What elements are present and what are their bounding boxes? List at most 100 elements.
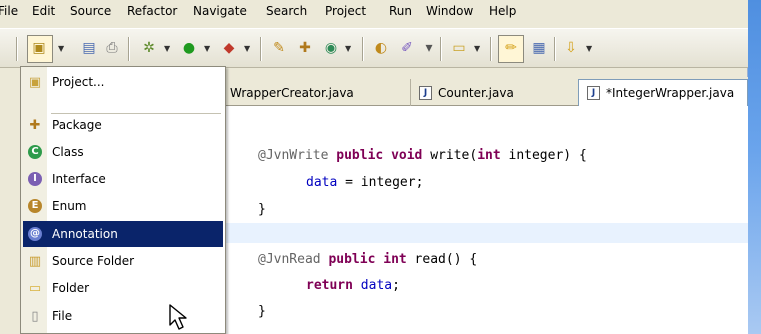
code-token: ; xyxy=(392,278,400,293)
field-token: data xyxy=(360,278,393,293)
menu-item-package[interactable]: ✚ Package xyxy=(23,112,223,138)
menu-item-class[interactable]: C Class xyxy=(23,139,223,165)
search-dropdown-icon[interactable]: ▾ xyxy=(420,39,438,57)
open-task-dropdown-icon[interactable]: ▼ xyxy=(474,44,480,53)
menu-bar: File Edit Source Refactor Navigate Searc… xyxy=(0,0,748,28)
code-line: return data; xyxy=(306,278,400,293)
menu-item-label: Project... xyxy=(52,75,105,89)
code-line: } xyxy=(258,304,266,319)
open-task-icon[interactable]: ▭ xyxy=(450,39,468,57)
mouse-pointer-icon xyxy=(169,304,187,330)
menu-source[interactable]: Source xyxy=(70,4,111,18)
menu-item-label: Enum xyxy=(52,199,87,213)
class-icon: C xyxy=(26,143,44,161)
code-line: @JvnRead public int read() { xyxy=(258,252,477,267)
java-file-icon: J xyxy=(587,86,600,100)
annotation-icon: @ xyxy=(28,227,42,241)
tab-label: *IntegerWrapper.java xyxy=(606,86,735,100)
new-java-package-icon[interactable]: ✚ xyxy=(296,39,314,57)
menu-item-label: Interface xyxy=(52,172,106,186)
run-icon[interactable]: ● xyxy=(180,39,198,57)
menu-item-enum[interactable]: E Enum xyxy=(23,193,223,219)
menu-item-source-folder[interactable]: ▥ Source Folder xyxy=(23,248,223,274)
menu-search[interactable]: Search xyxy=(266,4,307,18)
code-line: data = integer; xyxy=(306,175,423,190)
menu-item-label: Class xyxy=(52,145,84,159)
tab-wrappercreator[interactable]: WrapperCreator.java xyxy=(222,79,410,106)
show-whitespace-icon[interactable]: ▦ xyxy=(530,39,548,57)
annotation-token: @JvnWrite xyxy=(258,148,329,163)
keyword-token: return xyxy=(306,278,353,293)
new-java-class-dropdown-icon[interactable]: ▼ xyxy=(345,44,351,53)
code-token: write( xyxy=(422,148,478,163)
new-java-project-icon[interactable]: ✎ xyxy=(270,39,288,57)
keyword-token: public xyxy=(336,148,384,163)
menu-item-label: Annotation xyxy=(52,227,118,241)
menu-navigate[interactable]: Navigate xyxy=(193,4,247,18)
search-icon[interactable]: ✐ xyxy=(398,39,416,57)
code-token: read() { xyxy=(406,252,478,267)
annotation-token: @JvnRead xyxy=(258,252,321,267)
debug-dropdown-icon[interactable]: ▼ xyxy=(164,44,170,53)
print-icon[interactable]: ⎙ xyxy=(103,39,121,57)
tab-integerwrapper[interactable]: J *IntegerWrapper.java xyxy=(578,79,748,106)
menu-item-annotation[interactable]: @ Annotation xyxy=(23,221,223,247)
menu-item-label: Source Folder xyxy=(52,254,135,268)
menu-item-folder[interactable]: ▭ Folder xyxy=(23,275,223,301)
next-annotation-icon[interactable]: ⇩ xyxy=(562,39,580,57)
file-icon: ▯ xyxy=(31,308,39,324)
next-annotation-dropdown-icon[interactable]: ▼ xyxy=(586,44,592,53)
tab-counter[interactable]: J Counter.java xyxy=(410,79,578,106)
field-token: data xyxy=(306,175,338,190)
keyword-token: void xyxy=(391,148,423,163)
keyword-token: public xyxy=(328,252,376,267)
code-line: @JvnWrite public void write(int integer)… xyxy=(258,148,587,163)
toolbar-separator xyxy=(16,37,18,61)
debug-icon[interactable]: ✲ xyxy=(140,39,158,57)
java-file-icon: J xyxy=(419,85,432,100)
tab-label: WrapperCreator.java xyxy=(230,85,354,100)
new-wizard-dropdown-icon[interactable]: ▼ xyxy=(58,44,64,53)
menu-item-label: Package xyxy=(52,118,102,132)
toolbar-separator xyxy=(554,37,556,61)
toolbar-separator xyxy=(440,37,442,61)
menu-project[interactable]: Project xyxy=(325,4,366,18)
menu-item-interface[interactable]: I Interface xyxy=(23,166,223,192)
current-line-highlight xyxy=(222,223,748,243)
menu-help[interactable]: Help xyxy=(489,4,516,18)
code-line: } xyxy=(258,202,266,217)
menu-item-project[interactable]: ▣ Project... xyxy=(23,69,223,95)
menu-file[interactable]: File xyxy=(0,4,18,18)
menu-window[interactable]: Window xyxy=(426,4,473,18)
new-dropdown-menu: ▣ Project... ✚ Package C Class I Interfa… xyxy=(20,66,226,334)
new-java-class-icon[interactable]: ◉ xyxy=(322,39,340,57)
code-token: integer) { xyxy=(500,148,587,163)
toolbar-separator xyxy=(490,37,492,61)
tab-label: Counter.java xyxy=(438,85,514,100)
external-tools-icon[interactable]: ◆ xyxy=(220,39,238,57)
menu-run[interactable]: Run xyxy=(389,4,412,18)
external-tools-dropdown-icon[interactable]: ▼ xyxy=(244,44,250,53)
source-folder-icon: ▥ xyxy=(28,253,42,269)
folder-icon: ▭ xyxy=(28,280,42,296)
keyword-token: int xyxy=(477,148,501,163)
run-dropdown-icon[interactable]: ▼ xyxy=(204,44,210,53)
mark-occurrences-icon[interactable]: ✏ xyxy=(502,39,520,57)
menu-item-label: File xyxy=(52,309,73,323)
menu-edit[interactable]: Edit xyxy=(32,4,55,18)
new-project-icon: ▣ xyxy=(28,74,42,90)
code-editor[interactable]: @JvnWrite public void write(int integer)… xyxy=(222,106,748,334)
keyword-token: int xyxy=(383,252,407,267)
toolbar-separator xyxy=(260,37,262,61)
save-icon[interactable]: ▤ xyxy=(80,39,98,57)
menu-item-label: Folder xyxy=(52,281,90,295)
code-token: = integer; xyxy=(337,175,424,190)
package-icon: ✚ xyxy=(29,117,41,133)
open-type-icon[interactable]: ◐ xyxy=(372,39,390,57)
new-wizard-icon[interactable]: ▣ xyxy=(30,39,48,57)
toolbar-separator xyxy=(128,37,130,61)
menu-refactor[interactable]: Refactor xyxy=(127,4,177,18)
main-toolbar: ▣ ▼ ▤ ⎙ ✲ ▼ ● ▼ ◆ ▼ ✎ ✚ ◉ ▼ ◐ ✐ ▾ ▭ ▼ ✏ … xyxy=(0,28,748,68)
interface-icon: I xyxy=(26,170,44,188)
enum-icon: E xyxy=(26,197,44,215)
